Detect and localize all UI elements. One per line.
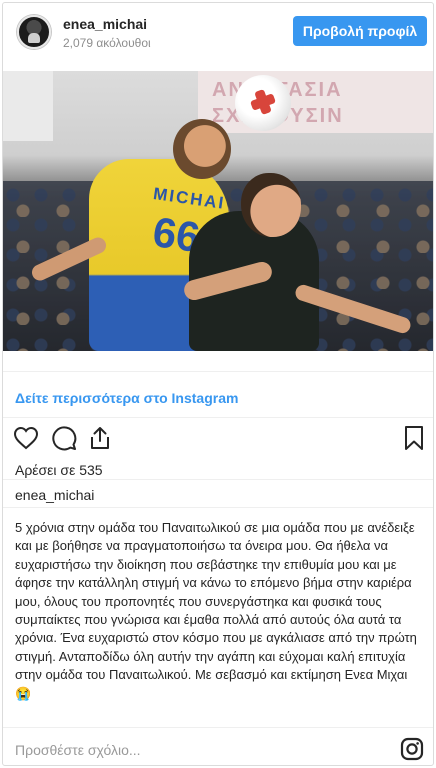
divider xyxy=(3,371,433,372)
share-icon[interactable] xyxy=(85,423,115,453)
caption-text: 5 χρόνια στην ομάδα του Παναιτωλικού σε … xyxy=(15,520,417,701)
comment-bar xyxy=(3,728,433,765)
post-header: enea_michai 2,079 ακόλουθοι Προβολή προφ… xyxy=(3,3,433,69)
avatar[interactable] xyxy=(17,15,51,49)
football xyxy=(235,75,291,131)
instagram-logo-icon[interactable] xyxy=(400,737,424,761)
post-photo[interactable]: ΑΝΑΣΤΑΣΙΑ ΣΧΑΚΟΥΣΙΝ MICHAI 66 xyxy=(3,71,433,351)
action-bar xyxy=(3,423,433,457)
comment-icon[interactable] xyxy=(49,423,79,453)
caption-author[interactable]: enea_michai xyxy=(15,487,94,503)
instagram-embed-card: enea_michai 2,079 ακόλουθοι Προβολή προφ… xyxy=(2,2,434,766)
stadium-wall xyxy=(3,71,53,141)
username[interactable]: enea_michai xyxy=(63,16,147,32)
comment-input[interactable] xyxy=(15,741,375,759)
like-count[interactable]: Αρέσει σε 535 xyxy=(15,462,103,478)
player-yellow-head xyxy=(173,119,231,179)
heart-icon[interactable] xyxy=(11,423,41,453)
bookmark-icon[interactable] xyxy=(399,423,429,453)
divider xyxy=(3,417,433,418)
player-dark-head xyxy=(241,173,301,237)
view-profile-button[interactable]: Προβολή προφίλ xyxy=(293,16,427,46)
stadium-banner: ΑΝΑΣΤΑΣΙΑ ΣΧΑΚΟΥΣΙΝ xyxy=(198,71,433,133)
see-more-link[interactable]: Δείτε περισσότερα στο Instagram xyxy=(15,390,238,406)
follower-count: 2,079 ακόλουθοι xyxy=(63,36,151,50)
divider xyxy=(3,507,433,508)
divider xyxy=(3,479,433,480)
